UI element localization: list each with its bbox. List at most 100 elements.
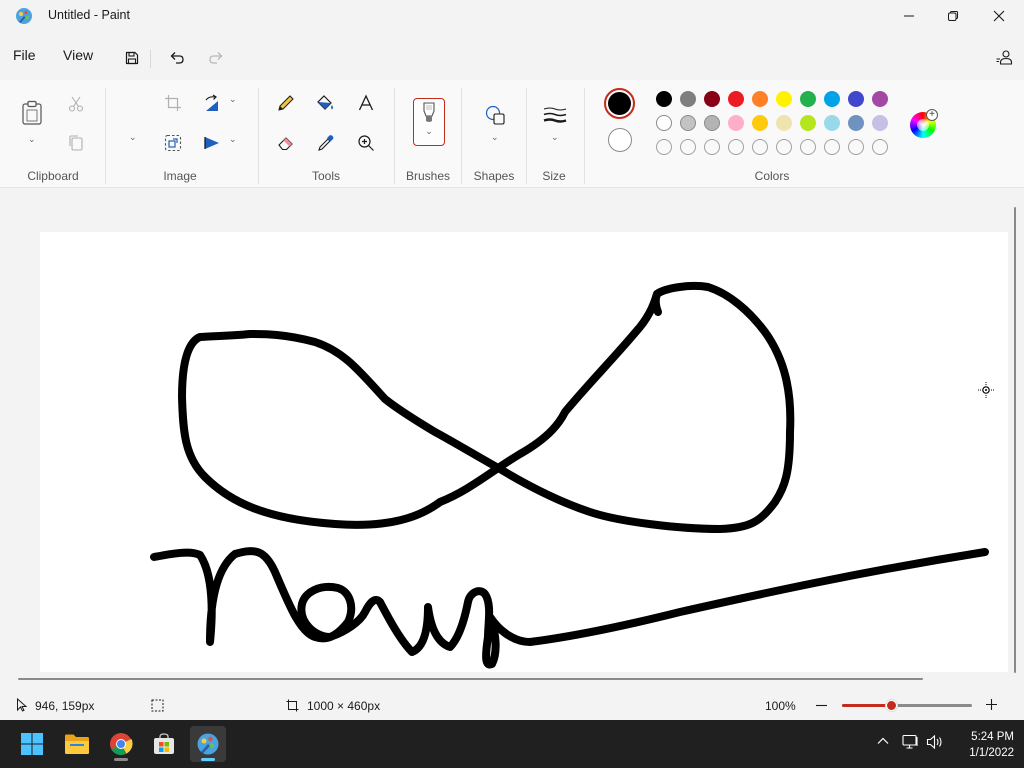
start-button[interactable] — [14, 726, 50, 762]
color-swatch[interactable] — [848, 115, 864, 131]
canvas-size-icon — [286, 699, 299, 712]
zoom-level[interactable]: 100% — [765, 699, 796, 713]
restore-button[interactable] — [930, 0, 976, 32]
text-tool-button[interactable] — [354, 91, 378, 115]
color-swatch[interactable] — [872, 91, 888, 107]
color-swatch[interactable] — [872, 115, 888, 131]
brushes-dropdown-chevron-icon: ⌄ — [425, 126, 433, 136]
color-swatch[interactable] — [656, 115, 672, 131]
color-swatch[interactable] — [800, 115, 816, 131]
clock[interactable]: 5:24 PM 1/1/2022 — [958, 729, 1014, 761]
paste-icon — [22, 100, 42, 125]
resize-button[interactable] — [161, 131, 185, 155]
file-explorer-button[interactable] — [59, 726, 95, 762]
chrome-icon — [110, 733, 133, 755]
eraser-tool-button[interactable] — [274, 131, 298, 155]
drawing-canvas[interactable] — [40, 232, 1008, 672]
crop-icon — [165, 95, 181, 111]
taskbar: 5:24 PM 1/1/2022 — [0, 720, 1024, 768]
fill-tool-button[interactable] — [314, 91, 338, 115]
color-swatch[interactable] — [848, 139, 864, 155]
brushes-button[interactable]: ⌄ — [413, 98, 445, 146]
color-swatch[interactable] — [752, 91, 768, 107]
select-dropdown-chevron-icon[interactable]: ⌄ — [129, 132, 137, 143]
color-swatch[interactable] — [728, 139, 744, 155]
paint-icon — [197, 733, 219, 755]
shapes-button[interactable] — [482, 102, 508, 128]
primary-color-button[interactable] — [604, 88, 635, 119]
color-swatch[interactable] — [872, 139, 888, 155]
volume-icon[interactable] — [926, 734, 944, 750]
flip-dropdown-chevron-icon[interactable]: ⌄ — [229, 134, 237, 145]
color-swatch[interactable] — [704, 115, 720, 131]
undo-icon — [170, 52, 184, 64]
menu-file[interactable]: File — [13, 47, 36, 63]
selection-size-icon — [151, 699, 164, 712]
color-swatch[interactable] — [776, 139, 792, 155]
ribbon-divider — [105, 88, 106, 184]
group-label-colors: Colors — [754, 169, 790, 183]
color-swatch[interactable] — [776, 115, 792, 131]
redo-button[interactable] — [202, 44, 230, 72]
zoom-out-icon[interactable] — [815, 699, 828, 712]
rotate-dropdown-chevron-icon[interactable]: ⌄ — [229, 94, 237, 105]
zoom-slider[interactable] — [842, 704, 972, 707]
pencil-icon — [278, 95, 294, 111]
zoom-slider-thumb[interactable] — [886, 700, 897, 711]
paste-dropdown-chevron-icon[interactable]: ⌄ — [28, 134, 36, 145]
color-swatch[interactable] — [656, 139, 672, 155]
close-button[interactable] — [976, 0, 1022, 32]
color-swatch[interactable] — [824, 91, 840, 107]
color-swatch[interactable] — [656, 91, 672, 107]
shapes-icon — [485, 105, 505, 125]
size-button[interactable] — [540, 102, 570, 128]
pencil-tool-button[interactable] — [274, 91, 298, 115]
undo-button[interactable] — [163, 44, 191, 72]
paint-taskbar-button[interactable] — [190, 726, 226, 762]
paste-button[interactable] — [18, 98, 46, 128]
ribbon-divider — [394, 88, 395, 184]
color-swatch[interactable] — [680, 91, 696, 107]
color-swatch[interactable] — [680, 115, 696, 131]
secondary-color-button[interactable] — [608, 128, 632, 152]
rotate-button[interactable] — [200, 91, 224, 115]
cut-button[interactable] — [64, 92, 88, 116]
color-swatch[interactable] — [704, 91, 720, 107]
restore-icon — [948, 11, 958, 21]
color-swatch[interactable] — [776, 91, 792, 107]
color-picker-tool-button[interactable] — [314, 131, 338, 155]
save-button[interactable] — [118, 44, 146, 72]
status-bar: 946, 159px 1000 × 460px 100% — [0, 691, 1024, 720]
network-icon[interactable] — [902, 734, 920, 750]
store-icon — [154, 733, 174, 754]
zoom-in-icon[interactable] — [985, 698, 998, 711]
flip-button[interactable] — [200, 131, 224, 155]
crop-button[interactable] — [161, 91, 185, 115]
store-button[interactable] — [146, 726, 182, 762]
account-button[interactable] — [990, 44, 1018, 72]
chevron-up-icon[interactable] — [876, 734, 890, 748]
minimize-button[interactable] — [886, 0, 932, 32]
color-swatch[interactable] — [752, 115, 768, 131]
color-swatch[interactable] — [680, 139, 696, 155]
menu-view[interactable]: View — [63, 47, 93, 63]
color-swatch[interactable] — [800, 139, 816, 155]
copy-button[interactable] — [64, 131, 88, 155]
quick-access-divider — [150, 50, 151, 68]
magnifier-tool-button[interactable] — [354, 131, 378, 155]
color-swatch[interactable] — [728, 115, 744, 131]
color-swatch[interactable] — [752, 139, 768, 155]
size-dropdown-chevron-icon[interactable]: ⌄ — [551, 132, 559, 143]
color-swatch[interactable] — [824, 115, 840, 131]
file-explorer-icon — [65, 734, 89, 754]
color-swatch[interactable] — [800, 91, 816, 107]
color-swatch[interactable] — [824, 139, 840, 155]
vertical-scrollbar[interactable] — [1014, 207, 1016, 673]
color-swatch[interactable] — [848, 91, 864, 107]
ribbon-toolbar: ⌄ Clipboard ⌄ ⌄ ⌄ Image Tools ⌄ Brushes … — [0, 80, 1024, 188]
horizontal-scrollbar[interactable] — [18, 678, 923, 680]
color-swatch[interactable] — [728, 91, 744, 107]
chrome-button[interactable] — [103, 726, 139, 762]
shapes-dropdown-chevron-icon[interactable]: ⌄ — [491, 132, 499, 143]
color-swatch[interactable] — [704, 139, 720, 155]
